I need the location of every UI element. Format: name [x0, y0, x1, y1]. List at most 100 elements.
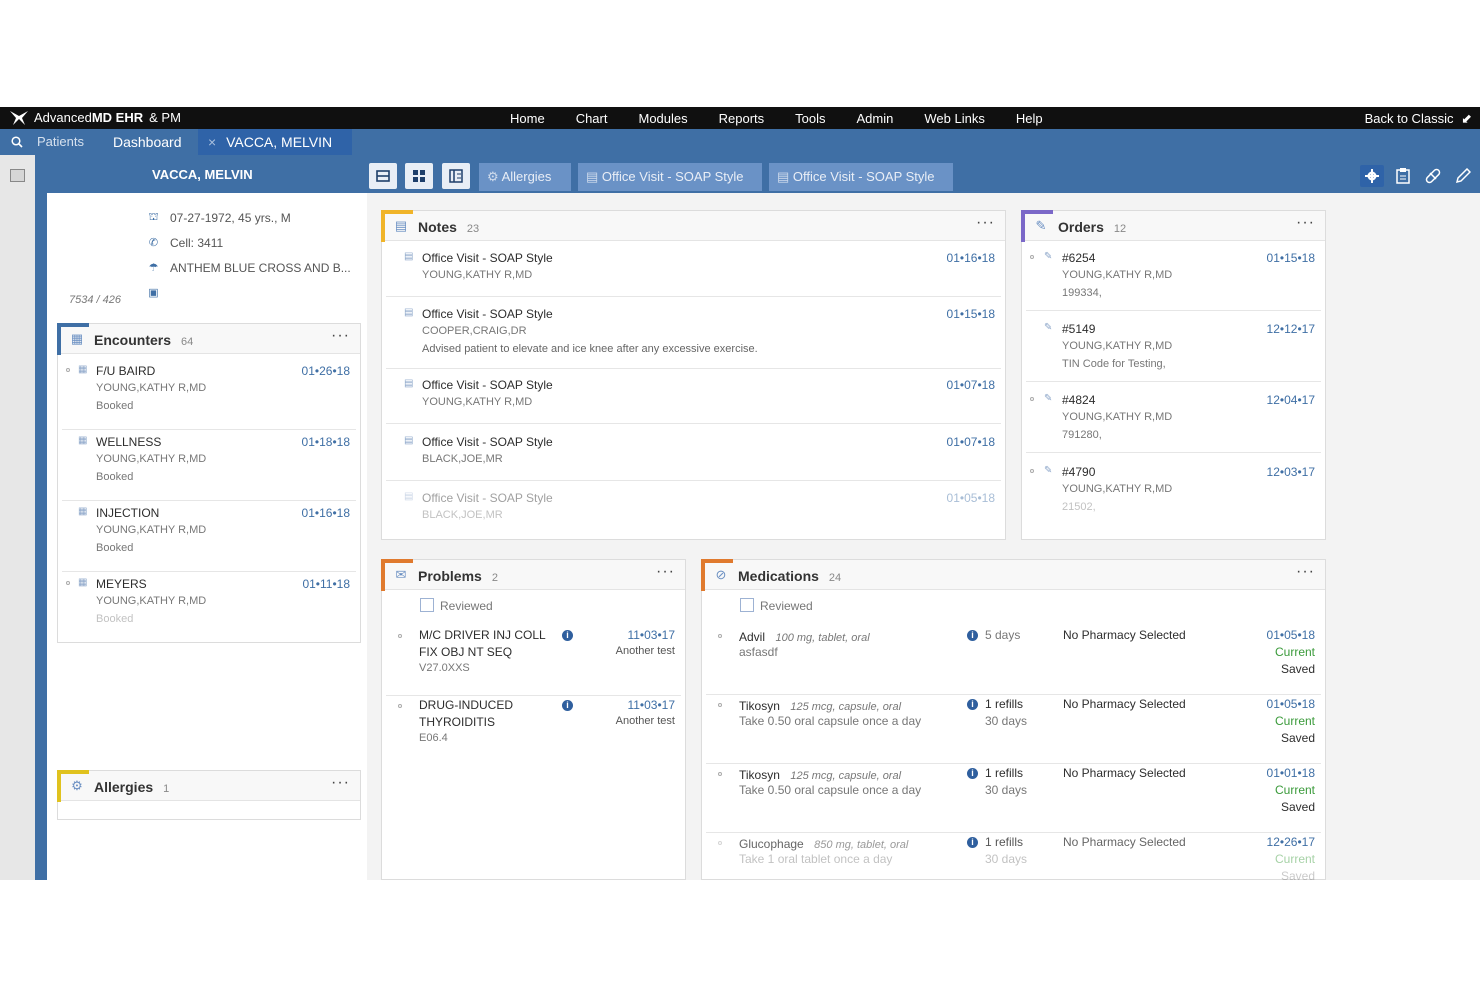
pencil-icon: ✎: [1044, 251, 1053, 262]
menu-help[interactable]: Help: [1016, 111, 1043, 126]
info-icon[interactable]: i: [967, 768, 978, 779]
problems-more-button[interactable]: ···: [656, 563, 675, 581]
tab-dashboard[interactable]: Dashboard: [113, 129, 182, 155]
back-to-classic-link[interactable]: Back to Classic ⬋: [1365, 111, 1472, 127]
note-date: 01•07•18: [946, 435, 995, 449]
encounter-status: Booked: [96, 471, 134, 483]
menu-tools[interactable]: Tools: [795, 111, 825, 126]
problems-reviewed-checkbox[interactable]: [420, 598, 434, 612]
tab-patients[interactable]: Patients: [37, 129, 84, 155]
note-row[interactable]: ▤ Office Visit - SOAP Style COOPER,CRAIG…: [382, 303, 1005, 369]
info-icon[interactable]: i: [562, 700, 573, 711]
notes-header: ▤ Notes 23 ···: [381, 210, 1005, 242]
menu-modules[interactable]: Modules: [638, 111, 687, 126]
note-text: Advised patient to elevate and ice knee …: [422, 343, 758, 355]
tab-office-visit-1[interactable]: ▤ Office Visit - SOAP Style: [578, 163, 762, 191]
encounter-row[interactable]: ▦ INJECTION YOUNG,KATHY R,MD Booked 01•1…: [58, 502, 360, 572]
info-icon[interactable]: i: [967, 699, 978, 710]
tab-patient-active[interactable]: × VACCA, MELVIN: [198, 129, 353, 155]
menu-reports[interactable]: Reports: [719, 111, 765, 126]
encounter-provider: YOUNG,KATHY R,MD: [96, 595, 207, 607]
tab-office-visit-2[interactable]: ▤ Office Visit - SOAP Style: [769, 163, 953, 191]
encounter-provider: YOUNG,KATHY R,MD: [96, 453, 207, 465]
medication-status: Current: [1274, 645, 1315, 659]
order-row[interactable]: ✎ #4824 YOUNG,KATHY R,MD 791280, 12•04•1…: [1022, 389, 1325, 453]
menu-admin[interactable]: Admin: [857, 111, 894, 126]
columns-icon: [449, 169, 463, 183]
medication-date: 01•01•18: [1266, 766, 1315, 780]
pill-icon: [1425, 168, 1441, 184]
search-icon[interactable]: [11, 129, 23, 155]
settings-gear-button[interactable]: [1360, 165, 1384, 187]
info-icon[interactable]: i: [562, 630, 573, 641]
note-title: Office Visit - SOAP Style: [422, 435, 553, 449]
pencil-icon: ✎: [1044, 393, 1053, 404]
order-row[interactable]: ✎ #6254 YOUNG,KATHY R,MD 199334, 01•15•1…: [1022, 247, 1325, 311]
order-number: #6254: [1062, 251, 1096, 265]
medication-row[interactable]: Tikosyn 125 mcg, capsule, oral Take 0.50…: [702, 764, 1325, 833]
pencil-button[interactable]: [1451, 165, 1475, 187]
brand-prefix: Advanced: [34, 110, 92, 125]
encounter-row[interactable]: ▦ F/U BAIRD YOUNG,KATHY R,MD Booked 01•2…: [58, 360, 360, 430]
note-provider: YOUNG,KATHY R,MD: [422, 269, 533, 281]
patient-dob: 07-27-1972, 45 yrs., M: [170, 210, 291, 225]
medication-sig: Take 1 oral tablet once a day: [739, 852, 893, 866]
menu-home[interactable]: Home: [510, 111, 545, 126]
problem-row[interactable]: DRUG-INDUCED THYROIDITIS E06.4 i 11•03•1…: [382, 696, 685, 766]
notes-more-button[interactable]: ···: [976, 214, 995, 232]
list-icon: [376, 170, 390, 182]
note-row[interactable]: ▤ Office Visit - SOAP Style YOUNG,KATHY …: [382, 374, 1005, 424]
medication-row[interactable]: Advil 100 mg, tablet, oral asfasdf i 5 d…: [702, 626, 1325, 695]
problem-row[interactable]: M/C DRIVER INJ COLL FIX OBJ NT SEQ V27.0…: [382, 626, 685, 696]
medication-name-line: Tikosyn 125 mcg, capsule, oral: [739, 766, 901, 784]
medications-reviewed-checkbox[interactable]: [740, 598, 754, 612]
pencil-icon: ✎: [1035, 218, 1047, 233]
columns-view-button[interactable]: [442, 163, 470, 189]
allergies-more-button[interactable]: ···: [331, 774, 350, 792]
encounter-row[interactable]: ▦ MEYERS YOUNG,KATHY R,MD Booked 01•11•1…: [58, 573, 360, 643]
medication-date: 01•05•18: [1266, 697, 1315, 711]
medication-refill1: 1 refills: [985, 835, 1024, 849]
grid-view-button[interactable]: [405, 163, 433, 189]
encounter-title: MEYERS: [96, 577, 147, 591]
note-row[interactable]: ▤ Office Visit - SOAP Style BLACK,JOE,MR…: [382, 431, 1005, 481]
note-provider: YOUNG,KATHY R,MD: [422, 396, 533, 408]
info-icon[interactable]: i: [967, 630, 978, 641]
document-icon: ▤: [586, 169, 599, 184]
encounters-more-button[interactable]: ···: [331, 327, 350, 345]
medication-status: Current: [1274, 714, 1315, 728]
order-number: #4790: [1062, 465, 1096, 479]
note-date: 01•15•18: [946, 307, 995, 321]
note-row[interactable]: ▤ Office Visit - SOAP Style BLACK,JOE,MR…: [382, 487, 1005, 537]
tab-allergies[interactable]: ⚙ Allergies: [479, 163, 571, 191]
menu-web-links[interactable]: Web Links: [924, 111, 984, 126]
clipboard-button[interactable]: [1391, 165, 1415, 187]
order-row[interactable]: ✎ #4790 YOUNG,KATHY R,MD 21502, 12•03•17: [1022, 461, 1325, 525]
info-icon[interactable]: i: [967, 837, 978, 848]
order-date: 12•04•17: [1266, 393, 1315, 407]
medication-name: Tikosyn: [739, 699, 780, 713]
medication-date: 01•05•18: [1266, 628, 1315, 642]
notes-title: Notes 23: [418, 219, 479, 235]
order-date: 12•03•17: [1266, 465, 1315, 479]
medication-row[interactable]: Glucophage 850 mg, tablet, oral Take 1 o…: [702, 833, 1325, 880]
orders-more-button[interactable]: ···: [1296, 214, 1315, 232]
list-view-button[interactable]: [369, 163, 397, 189]
medication-row[interactable]: Tikosyn 125 mcg, capsule, oral Take 0.50…: [702, 695, 1325, 764]
card-icon[interactable]: ▣: [147, 286, 160, 299]
note-row[interactable]: ▤ Office Visit - SOAP Style YOUNG,KATHY …: [382, 247, 1005, 297]
tab-office-visit-1-label: Office Visit - SOAP Style: [601, 169, 744, 184]
back-to-classic-label: Back to Classic: [1364, 111, 1454, 126]
pill-button[interactable]: [1421, 165, 1445, 187]
calendar-icon: ▦: [78, 577, 88, 588]
medication-dose: 125 mcg, capsule, oral: [790, 701, 902, 713]
menu-chart[interactable]: Chart: [576, 111, 608, 126]
close-tab-icon[interactable]: ×: [208, 134, 216, 150]
problems-reviewed-label: Reviewed: [440, 599, 493, 613]
note-title: Office Visit - SOAP Style: [422, 491, 553, 505]
medications-more-button[interactable]: ···: [1296, 563, 1315, 581]
calendar-icon[interactable]: [10, 169, 25, 182]
encounter-row[interactable]: ▦ WELLNESS YOUNG,KATHY R,MD Booked 01•18…: [58, 431, 360, 501]
problems-panel: ✉ Problems 2 ··· Reviewed M/C DRIVER INJ …: [381, 559, 686, 880]
order-row[interactable]: ✎ #5149 YOUNG,KATHY R,MD TIN Code for Te…: [1022, 318, 1325, 382]
